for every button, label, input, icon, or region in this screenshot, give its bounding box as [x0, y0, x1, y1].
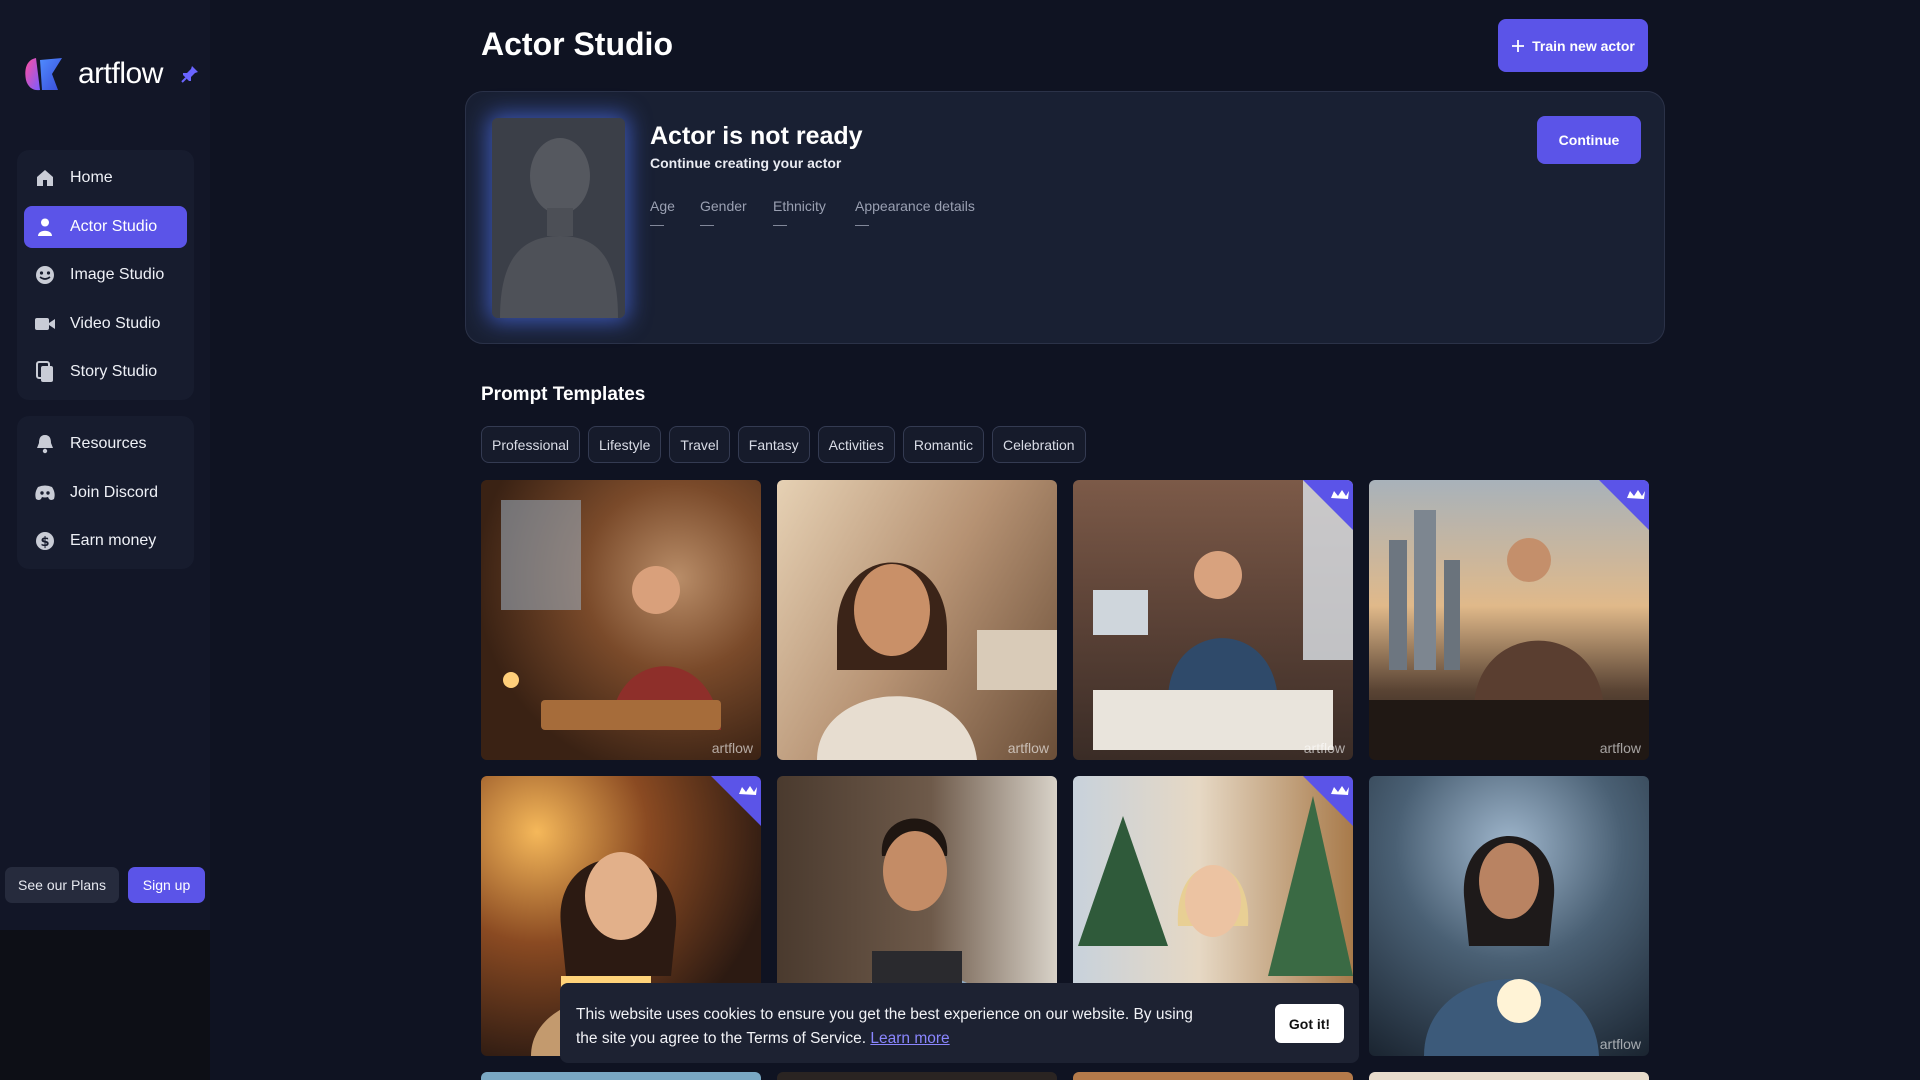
plus-icon: [1512, 39, 1525, 52]
template-tile-row3-3[interactable]: [1073, 1072, 1353, 1080]
secondary-nav: Resources Join Discord $ Earn money: [17, 416, 194, 569]
actor-status-subtitle: Continue creating your actor: [650, 155, 842, 171]
chip-romantic[interactable]: Romantic: [902, 426, 984, 463]
chip-fantasy[interactable]: Fantasy: [737, 426, 810, 463]
sidebar: artflow Home Actor Studio Image Studio V…: [0, 0, 210, 1080]
train-new-actor-button[interactable]: Train new actor: [1498, 19, 1648, 72]
template-tile-businessman-city[interactable]: artflow: [1369, 480, 1649, 760]
cookie-message: This website uses cookies to ensure you …: [576, 1003, 1216, 1051]
bell-icon: [34, 433, 56, 455]
template-figure: [817, 562, 1057, 760]
template-figure: [1424, 836, 1599, 1056]
nav-item-join-discord[interactable]: Join Discord: [24, 472, 187, 514]
template-tile-row3-2[interactable]: [777, 1072, 1057, 1080]
premium-crown-icon: [1599, 480, 1649, 530]
nav-label: Actor Studio: [70, 217, 158, 235]
attr-value: —: [650, 216, 664, 232]
nav-label: Image Studio: [70, 266, 165, 283]
learn-more-link[interactable]: Learn more: [870, 1030, 949, 1047]
discord-icon: [34, 482, 56, 504]
watermark: artflow: [1303, 740, 1345, 756]
story-book-icon: [34, 361, 56, 383]
home-icon: [34, 167, 56, 189]
attr-value: —: [855, 216, 869, 232]
attr-label: Ethnicity: [773, 198, 826, 214]
attr-gender: Gender —: [700, 198, 747, 232]
sidebar-footer: [0, 930, 210, 1080]
nav-label: Video Studio: [70, 314, 161, 332]
attr-value: —: [773, 216, 787, 232]
nav-item-earn-money[interactable]: $ Earn money: [24, 520, 187, 562]
brand-name: artflow: [78, 57, 163, 90]
nav-item-home[interactable]: Home: [24, 157, 187, 199]
dollar-icon: $: [34, 530, 56, 552]
watermark: artflow: [1007, 740, 1049, 756]
chip-lifestyle[interactable]: Lifestyle: [588, 426, 662, 463]
got-it-button[interactable]: Got it!: [1275, 1004, 1344, 1043]
template-tile-man-desk-office[interactable]: artflow: [1073, 480, 1353, 760]
nav-item-video-studio[interactable]: Video Studio: [24, 303, 187, 345]
template-category-chips: Professional Lifestyle Travel Fantasy Ac…: [481, 426, 1086, 463]
attr-age: Age —: [650, 198, 675, 232]
primary-nav: Home Actor Studio Image Studio Video Stu…: [17, 150, 194, 400]
page-title: Actor Studio: [481, 26, 673, 62]
template-tile-row3-4[interactable]: [1369, 1072, 1649, 1080]
pin-icon[interactable]: [181, 65, 199, 83]
nav-label: Home: [70, 169, 113, 186]
attr-label: Appearance details: [855, 198, 975, 214]
nav-item-actor-studio[interactable]: Actor Studio: [24, 205, 187, 248]
actor-status-title: Actor is not ready: [650, 122, 863, 150]
watermark: artflow: [1599, 1036, 1641, 1052]
watermark: artflow: [711, 740, 753, 756]
prompt-templates-title: Prompt Templates: [481, 384, 646, 405]
nav-item-story-studio[interactable]: Story Studio: [24, 351, 187, 393]
template-tile-row3-1[interactable]: [481, 1072, 761, 1080]
nav-label: Story Studio: [70, 363, 158, 380]
premium-crown-icon: [1303, 480, 1353, 530]
train-button-label: Train new actor: [1532, 37, 1635, 54]
template-tile-mystic-woman[interactable]: artflow: [1369, 776, 1649, 1056]
attr-label: Gender: [700, 198, 747, 214]
sign-up-button[interactable]: Sign up: [128, 867, 205, 903]
attr-label: Age: [650, 198, 675, 214]
chip-travel[interactable]: Travel: [669, 426, 730, 463]
chip-activities[interactable]: Activities: [817, 426, 895, 463]
artflow-logo-icon: [25, 58, 62, 91]
chip-celebration[interactable]: Celebration: [991, 426, 1086, 463]
nav-label: Earn money: [70, 532, 157, 549]
attr-value: —: [700, 216, 714, 232]
template-figure: [501, 500, 721, 730]
video-camera-icon: [34, 313, 56, 335]
chip-professional[interactable]: Professional: [481, 426, 581, 463]
brand-logo[interactable]: artflow: [22, 56, 199, 92]
attr-ethnicity: Ethnicity —: [773, 198, 826, 232]
premium-crown-icon: [1303, 776, 1353, 826]
nav-label: Join Discord: [70, 483, 159, 501]
template-tile-baker-woman[interactable]: artflow: [481, 480, 761, 760]
actor-placeholder-image: [492, 118, 625, 318]
nav-label: Resources: [70, 435, 147, 452]
nav-item-image-studio[interactable]: Image Studio: [24, 254, 187, 296]
actor-card: Actor is not ready Continue creating you…: [465, 91, 1665, 344]
image-studio-icon: [34, 264, 56, 286]
continue-button[interactable]: Continue: [1537, 116, 1641, 164]
template-tile-woman-living-room[interactable]: artflow: [777, 480, 1057, 760]
see-plans-button[interactable]: See our Plans: [5, 867, 119, 903]
watermark: artflow: [1599, 740, 1641, 756]
nav-item-resources[interactable]: Resources: [24, 423, 187, 465]
cookie-banner: This website uses cookies to ensure you …: [560, 983, 1359, 1063]
svg-text:$: $: [40, 535, 49, 550]
person-icon: [34, 216, 56, 238]
premium-crown-icon: [711, 776, 761, 826]
attr-appearance-details: Appearance details —: [855, 198, 975, 232]
